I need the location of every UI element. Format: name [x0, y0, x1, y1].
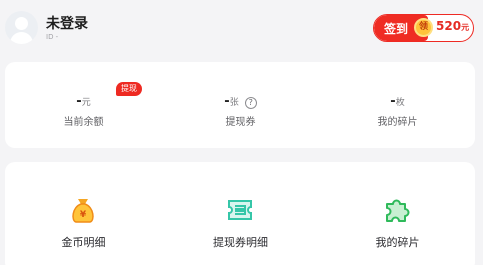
avatar-body — [10, 32, 33, 44]
signin-button[interactable]: 签到 领 520元 — [373, 14, 474, 42]
coin-badge-icon: 领 — [414, 18, 433, 37]
puzzle-icon — [386, 199, 410, 222]
stat-voucher[interactable]: -张? 提现券 — [162, 62, 319, 148]
svg-text:¥: ¥ — [80, 210, 87, 220]
entry-label: 金币明细 — [61, 236, 106, 249]
stat-balance[interactable]: -元 当前余额 提现 — [5, 62, 162, 148]
avatar-head — [15, 17, 28, 30]
signin-amount-unit: 元 — [461, 23, 470, 32]
avatar[interactable] — [5, 11, 38, 44]
signin-label: 签到 — [384, 22, 409, 36]
stat-label: 当前余额 — [63, 117, 104, 128]
stat-label: 提现券 — [225, 117, 256, 128]
entries-card: ¥ 金币明细 提现券明细 我的碎片 — [5, 162, 475, 265]
stat-fragments[interactable]: -枚 我的碎片 — [319, 62, 476, 148]
entry-voucher-details[interactable]: 提现券明细 — [162, 162, 319, 265]
entry-coin-details[interactable]: ¥ 金币明细 — [5, 162, 162, 265]
entry-label: 我的碎片 — [375, 236, 420, 249]
stat-unit: 元 — [81, 98, 91, 108]
stat-value-line: -枚 — [319, 94, 476, 109]
entry-my-fragments[interactable]: 我的碎片 — [319, 162, 476, 265]
stat-unit: 枚 — [395, 98, 405, 108]
signin-amount: 520元 — [436, 19, 469, 33]
stat-label: 我的碎片 — [377, 117, 418, 128]
help-icon[interactable]: ? — [244, 96, 257, 109]
username[interactable]: 未登录 — [46, 13, 88, 33]
signin-amount-value: 520 — [436, 19, 462, 33]
stat-value-line: -张? — [162, 94, 319, 109]
user-header: 未登录 ID - 签到 领 520元 — [0, 0, 483, 56]
stat-value-line: -元 — [5, 94, 162, 109]
stat-unit: 张 — [229, 98, 239, 108]
ticket-icon — [228, 200, 252, 220]
balance-card: -元 当前余额 提现 -张? 提现券 -枚 我的碎片 — [5, 62, 475, 148]
entry-label: 提现券明细 — [213, 236, 268, 249]
coin-bag-icon: ¥ — [72, 199, 94, 223]
user-id: ID - — [46, 33, 59, 41]
withdraw-badge[interactable]: 提现 — [116, 82, 142, 96]
